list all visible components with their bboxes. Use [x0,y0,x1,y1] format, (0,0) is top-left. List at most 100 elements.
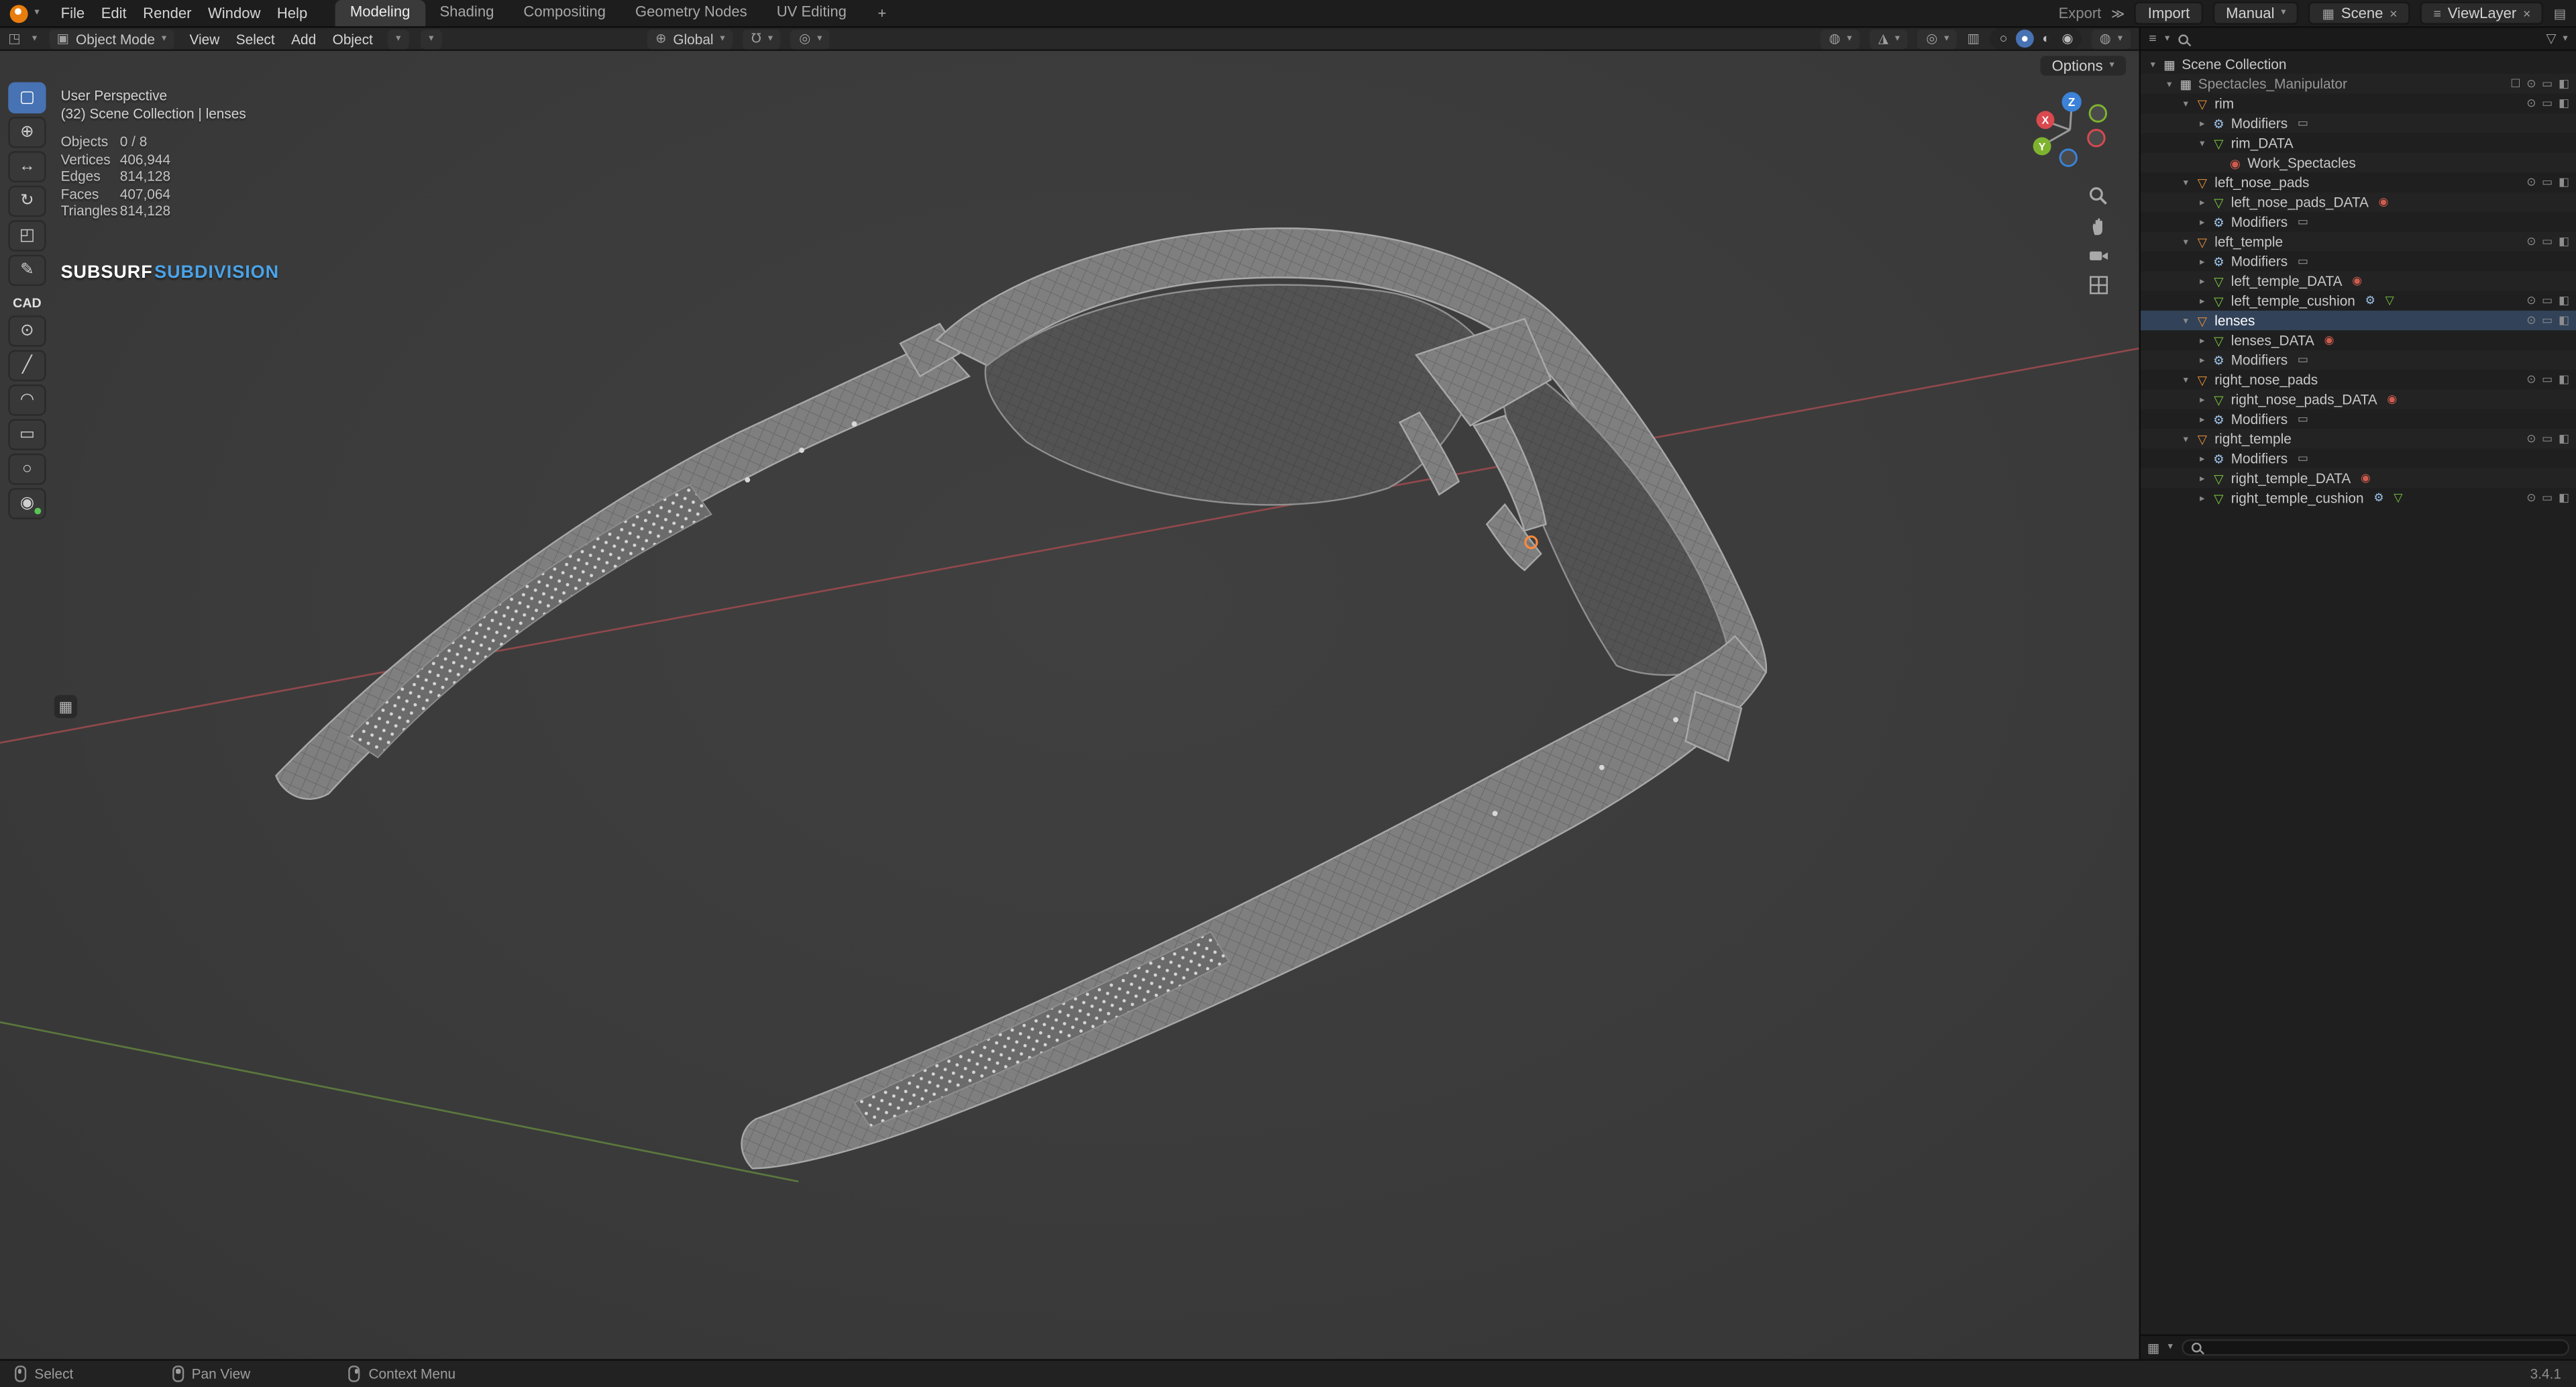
toggle-camera-icon[interactable]: ◧ [2559,314,2569,327]
expand-arrow-icon[interactable]: ▸ [2195,413,2210,425]
viewport-menu-add[interactable]: Add [288,30,319,46]
collapse-arrow-icon[interactable]: ▾ [2178,176,2193,189]
shading-solid-button[interactable]: ● [2015,30,2034,48]
tool-cad-line[interactable]: ╱ [8,350,46,382]
viewport-mini-widget[interactable]: ▦ [54,695,78,719]
toggle-monitor-icon[interactable]: ▭ [2542,314,2553,327]
screen-badge-icon[interactable]: ▭ [2298,255,2308,268]
outliner-row-right-nose-pads-data[interactable]: ▸ ▽ right_nose_pads_DATA ◉ [2141,389,2576,409]
proportional-edit-dropdown[interactable]: ◎ ▾ [791,28,830,49]
outliner-row-modifiers[interactable]: ▸ ⚙ Modifiers ▭ [2141,350,2576,370]
mode-extra-dropdown-2[interactable]: ▾ [420,28,442,49]
outliner-row-spectacles-manipulator[interactable]: ▾ ▦ Spectacles_Manipulator ☐ ⊙ ▭ ◧ [2141,74,2576,93]
screen-badge-icon[interactable]: ▭ [2298,452,2308,465]
toggle-eye-icon[interactable]: ⊙ [2526,176,2536,189]
shading-options-dropdown[interactable]: ◍ ▾ [2091,28,2131,49]
orientation-dropdown[interactable]: ⊕ Global ▾ [647,28,733,49]
expand-arrow-icon[interactable]: ▸ [2195,472,2210,484]
properties-editor-type-icon[interactable]: ▦ [2147,1340,2160,1355]
editor-type-caret-icon[interactable]: ▾ [32,34,37,44]
menu-window[interactable]: Window [200,5,269,21]
outliner-editor-type-icon[interactable]: ≡ [2149,32,2156,46]
tool-cad-circle[interactable]: ○ [8,453,46,485]
outliner-row-left-temple[interactable]: ▾ ▽ left_temple ⊙ ▭ ◧ [2141,232,2576,251]
toggle-camera-icon[interactable]: ◧ [2559,77,2569,91]
toggle-camera-icon[interactable]: ◧ [2559,176,2569,189]
scene-canvas[interactable] [0,51,2139,1359]
toggle-camera-icon[interactable]: ◧ [2559,373,2569,386]
outliner-row-modifiers[interactable]: ▸ ⚙ Modifiers ▭ [2141,409,2576,429]
import-button[interactable]: Import [2135,1,2203,25]
material-badge-icon[interactable]: ◉ [2352,274,2362,287]
workspace-tab-uv-editing[interactable]: UV Editing [762,0,861,26]
outliner-row-right-nose-pads[interactable]: ▾ ▽ right_nose_pads ⊙ ▭ ◧ [2141,370,2576,389]
tool-select-box[interactable]: ▢ [8,82,46,113]
manual-dropdown[interactable]: Manual ▾ [2212,1,2300,25]
material-badge-icon[interactable]: ◉ [2324,333,2334,347]
outliner-row-right-temple-data[interactable]: ▸ ▽ right_temple_DATA ◉ [2141,468,2576,488]
outliner-row-right-temple-cushion[interactable]: ▸ ▽ right_temple_cushion ⚙ ▽ ⊙ ▭ ◧ [2141,488,2576,507]
scene-selector[interactable]: ▦ Scene × [2308,1,2411,25]
mesh-badge-icon[interactable]: ▽ [2394,491,2402,505]
outliner-row-modifiers[interactable]: ▸ ⚙ Modifiers ▭ [2141,252,2576,271]
tool-move[interactable]: ↔ [8,151,46,183]
outliner-row-modifiers[interactable]: ▸ ⚙ Modifiers ▭ [2141,449,2576,468]
tool-cad-arc[interactable]: ◠ [8,384,46,416]
toggle-monitor-icon[interactable]: ▭ [2542,77,2553,91]
outliner-row-scene-collection[interactable]: ▾ ▦ Scene Collection [2141,54,2576,74]
toggle-monitor-icon[interactable]: ▭ [2542,294,2553,307]
toggle-eye-icon[interactable]: ⊙ [2526,373,2536,386]
toggle-camera-icon[interactable]: ◧ [2559,294,2569,307]
panel-collapse-icon[interactable]: ≫ [2111,6,2125,21]
collapse-arrow-icon[interactable]: ▾ [2178,315,2193,326]
toggle-monitor-icon[interactable]: ▭ [2542,432,2553,446]
expand-arrow-icon[interactable]: ▸ [2195,394,2210,405]
shading-rendered-button[interactable]: ◉ [2059,30,2077,48]
filter-caret-icon[interactable]: ▾ [2563,34,2567,44]
screen-layout-icon[interactable]: ▤ [2554,6,2567,21]
expand-arrow-icon[interactable]: ▸ [2195,492,2210,504]
tool-cursor[interactable]: ⊕ [8,116,46,148]
material-badge-icon[interactable]: ◉ [2361,472,2371,484]
outliner-row-lenses[interactable]: ▾ ▽ lenses ⊙ ▭ ◧ [2141,310,2576,331]
viewport-menu-object[interactable]: Object [329,30,376,46]
collapse-arrow-icon[interactable]: ▾ [2162,78,2177,90]
filter-funnel-icon[interactable]: ▽ [2546,32,2556,46]
outliner-row-left-nose-pads-data[interactable]: ▸ ▽ left_nose_pads_DATA ◉ [2141,193,2576,212]
outliner-row-lenses-data[interactable]: ▸ ▽ lenses_DATA ◉ [2141,330,2576,350]
export-button[interactable]: Export [2059,5,2102,21]
mode-dropdown[interactable]: ▣ Object Mode ▾ [48,28,175,49]
workspace-tab-geometry-nodes[interactable]: Geometry Nodes [621,0,762,26]
viewlayer-remove-icon[interactable]: × [2523,6,2530,21]
toggle-eye-icon[interactable]: ⊙ [2526,294,2536,307]
expand-arrow-icon[interactable]: ▸ [2195,117,2210,130]
screen-badge-icon[interactable]: ▭ [2298,413,2308,425]
toggle-eye-icon[interactable]: ⊙ [2526,235,2536,248]
collapse-arrow-icon[interactable]: ▾ [2178,374,2193,386]
toggle-monitor-icon[interactable]: ▭ [2542,97,2553,110]
toggle-eye-icon[interactable]: ⊙ [2526,491,2536,505]
editor-type-icon[interactable]: ◳ [8,32,21,46]
expand-arrow-icon[interactable]: ▸ [2195,216,2210,227]
workspace-tab-compositing[interactable]: Compositing [508,0,621,26]
overlays-dropdown[interactable]: ◎ ▾ [1918,28,1957,49]
screen-badge-icon[interactable]: ▭ [2298,215,2308,228]
collapse-arrow-icon[interactable]: ▾ [2178,236,2193,248]
navigation-gizmo[interactable]: Z X Y [2024,84,2116,176]
menu-edit[interactable]: Edit [93,5,134,21]
outliner-row-left-nose-pads[interactable]: ▾ ▽ left_nose_pads ⊙ ▭ ◧ [2141,172,2576,192]
expand-arrow-icon[interactable]: ▸ [2195,275,2210,287]
snap-dropdown[interactable]: ℧ ▾ [743,28,782,49]
outliner-row-rim[interactable]: ▾ ▽ rim ⊙ ▭ ◧ [2141,94,2576,113]
toggle-eye-icon[interactable]: ⊙ [2526,314,2536,327]
viewport-menu-view[interactable]: View [186,30,223,46]
toggle-eye-icon[interactable]: ⊙ [2526,432,2536,446]
options-dropdown[interactable]: Options ▾ [2040,56,2126,76]
tool-transform[interactable]: ◰ [8,220,46,252]
expand-arrow-icon[interactable]: ▸ [2195,295,2210,307]
zoom-icon[interactable] [2088,186,2110,207]
outliner-row-left-temple-cushion[interactable]: ▸ ▽ left_temple_cushion ⚙ ▽ ⊙ ▭ ◧ [2141,291,2576,310]
outliner-search-icon[interactable] [2178,34,2188,44]
toggle-monitor-icon[interactable]: ▭ [2542,176,2553,189]
shading-wireframe-button[interactable]: ○ [1994,30,2012,48]
